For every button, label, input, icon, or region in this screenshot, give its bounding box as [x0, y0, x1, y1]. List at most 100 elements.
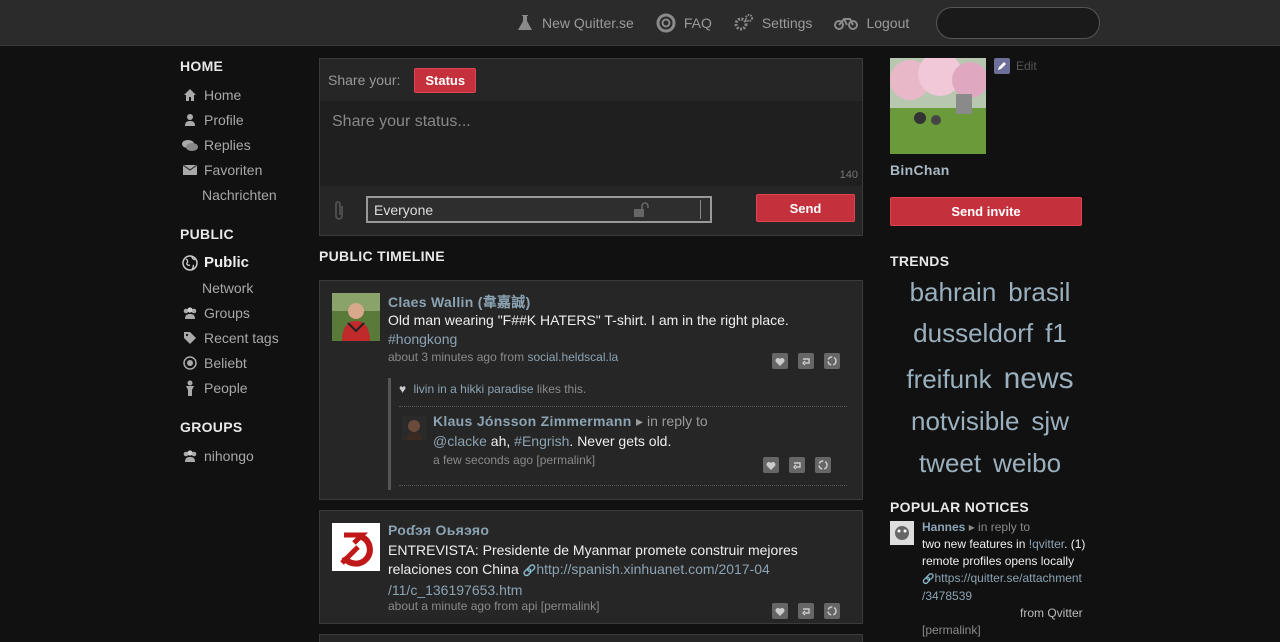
trend-tag[interactable]: brasil	[1008, 277, 1070, 308]
chevron-down-icon	[700, 200, 708, 219]
sidebar-item-home[interactable]: Home	[180, 82, 300, 107]
flask-icon	[518, 15, 532, 30]
external-link[interactable]: 🔗http://spanish.xinhuanet.com/2017-04	[523, 561, 770, 577]
reply-author[interactable]: Klaus Jónsson Zimmermann	[433, 413, 632, 429]
group-icon	[182, 305, 198, 321]
trend-tag[interactable]: sjw	[1031, 406, 1069, 437]
nav-new-quitter[interactable]: New Quitter.se	[516, 14, 634, 32]
repeat-icon[interactable]	[824, 353, 840, 369]
permalink[interactable]: [permalink]	[536, 453, 595, 467]
share-form: Share your: Status Share your status... …	[319, 58, 863, 236]
sidebar-item-people[interactable]: People	[180, 375, 300, 400]
sidebar-item-groups[interactable]: Groups	[180, 300, 300, 325]
mention-link[interactable]: @clacke	[433, 433, 487, 449]
trend-tag[interactable]: bahrain	[910, 277, 997, 308]
gears-icon	[734, 14, 753, 31]
repeat-icon[interactable]	[815, 457, 831, 473]
favorite-icon[interactable]	[772, 603, 788, 619]
trend-tag[interactable]: f1	[1045, 318, 1067, 349]
notice: Claes Wallin (韋嘉誠) Old man wearing "F##K…	[319, 280, 863, 500]
sidebar-item-favoriten[interactable]: Favoriten	[180, 157, 300, 182]
trend-tag[interactable]: notvisible	[911, 406, 1019, 437]
sidebar-item-beliebt[interactable]: Beliebt	[180, 350, 300, 375]
trend-tag[interactable]: news	[1004, 362, 1074, 396]
reply-icon[interactable]	[798, 353, 814, 369]
nav-logout[interactable]: Logout	[834, 15, 909, 31]
repeat-icon[interactable]	[824, 603, 840, 619]
notice-text: ENTREVISTA: Presidente de Myanmar promet…	[388, 542, 798, 598]
attach-icon[interactable]	[332, 200, 346, 222]
hashtag-link[interactable]: #hongkong	[388, 331, 457, 347]
notice-meta: about a minute ago from api [permalink]	[388, 599, 600, 613]
house-icon	[182, 87, 198, 103]
popular-author[interactable]: Hannes	[922, 520, 965, 534]
trend-tag[interactable]: tweet	[919, 448, 981, 479]
mail-icon	[182, 162, 198, 178]
nav-faq[interactable]: FAQ	[656, 13, 712, 33]
sidebar-item-profile[interactable]: Profile	[180, 107, 300, 132]
group-link[interactable]: !qvitter	[1029, 537, 1064, 551]
right-sidebar: Edit BinChan Send invite TRENDS bahrain b…	[890, 52, 1090, 637]
hashtag-link[interactable]: #Engrish	[514, 433, 569, 449]
favorite-icon[interactable]	[772, 353, 788, 369]
trend-tag[interactable]: freifunk	[906, 364, 991, 395]
favorite-icon[interactable]	[763, 457, 779, 473]
sidebar-item-nihongo[interactable]: nihongo	[180, 443, 300, 468]
conversation-box: ♥ livin in a hikki paradise likes this. …	[388, 378, 850, 490]
sidebar-item-recent-tags[interactable]: Recent tags	[180, 325, 300, 350]
unlock-icon	[634, 202, 649, 217]
permalink[interactable]: [permalink]	[541, 599, 600, 613]
reply-icon[interactable]	[789, 457, 805, 473]
share-label: Share your:	[328, 72, 401, 88]
globe-icon	[182, 254, 198, 271]
send-invite-button[interactable]: Send invite	[890, 197, 1082, 226]
home-heading: HOME	[180, 58, 224, 74]
trend-tag[interactable]: weibo	[993, 448, 1061, 479]
public-list: Public Network Groups Recent tags Belieb…	[180, 250, 300, 400]
trend-tag[interactable]: dusseldorf	[913, 318, 1033, 349]
notice-actions	[762, 353, 840, 369]
notice-actions	[762, 603, 840, 619]
link-icon: 🔗	[522, 565, 537, 577]
reply-actions	[753, 457, 831, 473]
notice-time[interactable]: about a minute ago	[388, 599, 491, 613]
send-button[interactable]: Send	[756, 194, 855, 222]
status-type-button[interactable]: Status	[414, 67, 477, 93]
notice-author[interactable]: Роɗэя Оьяэяо	[388, 522, 489, 538]
status-textarea[interactable]: Share your status...	[320, 101, 862, 186]
profile-avatar[interactable]	[890, 52, 988, 154]
reply-time[interactable]: a few seconds ago	[433, 453, 533, 467]
sidebar-item-public[interactable]: Public	[180, 250, 300, 275]
likes-line: ♥ livin in a hikki paradise likes this.	[399, 382, 587, 396]
avatar[interactable]	[402, 416, 426, 440]
link-icon: 🔗	[922, 574, 935, 585]
notice-source: api	[521, 599, 538, 613]
search-input[interactable]	[936, 7, 1100, 39]
profile-name[interactable]: BinChan	[890, 162, 1090, 178]
permalink[interactable]: [permalink]	[922, 623, 981, 637]
avatar[interactable]	[890, 521, 914, 545]
sidebar-item-network[interactable]: Network	[180, 275, 300, 300]
sidebar-item-nachrichten[interactable]: Nachrichten	[180, 182, 300, 207]
popular-heading: POPULAR NOTICES	[890, 499, 1030, 515]
user-icon	[182, 112, 198, 128]
nav-settings[interactable]: Settings	[734, 13, 812, 33]
trends-heading: TRENDS	[890, 253, 950, 269]
notice-source[interactable]: social.heldscal.la	[527, 350, 618, 364]
edit-profile[interactable]: Edit	[994, 58, 1037, 74]
notice-time[interactable]: about 3 minutes ago	[388, 350, 497, 364]
notice-text: Old man wearing "F##K HATERS" T-shirt. I…	[388, 312, 789, 347]
top-nav: New Quitter.se FAQ Settings Logout	[516, 0, 931, 46]
popular-notices: POPULAR NOTICES Hannes ▸ in reply to two…	[890, 499, 1090, 637]
reply-icon[interactable]	[798, 603, 814, 619]
external-link[interactable]: 🔗https://quitter.se/attachment	[922, 571, 1082, 585]
person-icon	[182, 380, 198, 396]
liker-link[interactable]: livin in a hikki paradise	[413, 382, 533, 396]
avatar[interactable]	[332, 523, 380, 571]
notice	[319, 634, 863, 642]
sidebar-item-replies[interactable]: Replies	[180, 132, 300, 157]
home-list: Home Profile Replies Favoriten Nachricht…	[180, 82, 300, 207]
scope-select[interactable]: Everyone	[366, 196, 712, 223]
notice-author[interactable]: Claes Wallin (韋嘉誠)	[388, 292, 531, 312]
avatar[interactable]	[332, 293, 380, 341]
